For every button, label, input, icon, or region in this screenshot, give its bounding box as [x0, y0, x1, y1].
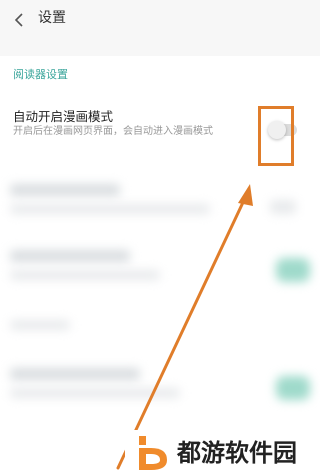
watermark-text: 都游软件园	[177, 439, 297, 467]
setting-description: 开启后在漫画网页界面，会自动进入漫画模式	[13, 126, 213, 137]
blurred-toggle	[276, 258, 310, 282]
back-arrow-icon[interactable]	[13, 11, 25, 29]
section-label: 阅读器设置	[13, 68, 68, 81]
setting-title: 自动开启漫画模式	[13, 109, 114, 124]
blurred-row-control	[270, 200, 296, 214]
header-bar: 设置	[0, 0, 320, 40]
blurred-toggle	[276, 376, 310, 400]
blurred-row-title	[10, 368, 140, 380]
page-title: 设置	[38, 10, 66, 26]
blurred-row-desc	[10, 204, 210, 214]
watermark-badge: 都游软件园	[125, 430, 320, 476]
blurred-row-title	[10, 184, 120, 196]
blurred-section-label	[10, 320, 70, 330]
blurred-row-desc	[10, 388, 180, 398]
blurred-row-desc	[10, 270, 160, 280]
blurred-row-title	[10, 250, 130, 262]
highlight-annotation-box	[258, 106, 294, 166]
watermark-logo-icon	[139, 436, 167, 470]
